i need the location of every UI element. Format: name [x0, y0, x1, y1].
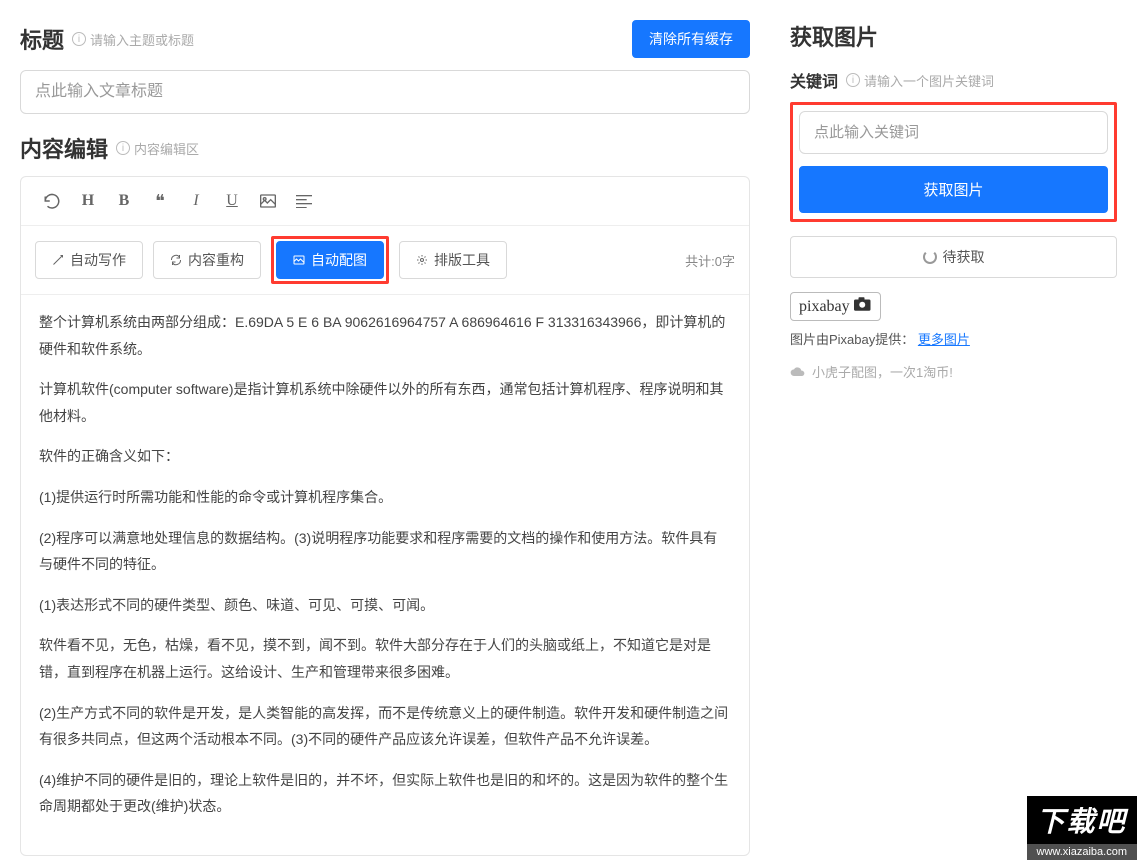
content-paragraph: 整个计算机系统由两部分组成：E.69DA 5 E 6 BA 9062616964… — [39, 309, 731, 362]
highlight-auto-image: 自动配图 — [271, 236, 389, 284]
keyword-hint: i 请输入一个图片关键词 — [846, 71, 994, 90]
auto-image-button[interactable]: 自动配图 — [276, 241, 384, 279]
article-title-input[interactable] — [20, 70, 750, 114]
restructure-button[interactable]: 内容重构 — [153, 241, 261, 279]
content-paragraph: 软件看不见，无色，枯燥，看不见，摸不到，闻不到。软件大部分存在于人们的头脑或纸上… — [39, 632, 731, 685]
underline-button[interactable]: U — [215, 187, 249, 215]
fetch-image-title: 获取图片 — [790, 20, 1117, 52]
layout-tool-button[interactable]: 排版工具 — [399, 241, 507, 279]
fetch-image-button[interactable]: 获取图片 — [799, 166, 1108, 213]
watermark-url: www.xiazaiba.com — [1027, 844, 1137, 860]
highlight-keyword-box: 获取图片 — [790, 102, 1117, 222]
content-paragraph: (2)程序可以满意地处理信息的数据结构。(3)说明程序功能要求和程序需要的文档的… — [39, 525, 731, 578]
content-section-header: 内容编辑 i 内容编辑区 — [20, 132, 750, 164]
sidebar: 获取图片 关键词 i 请输入一个图片关键词 获取图片 待获取 pixabay — [770, 0, 1137, 860]
pixabay-credit: 图片由Pixabay提供： 更多图片 — [790, 329, 1117, 348]
title-label: 标题 — [20, 23, 64, 55]
more-images-link[interactable]: 更多图片 — [918, 332, 970, 347]
cloud-icon — [790, 366, 806, 378]
info-icon: i — [116, 141, 130, 155]
content-label: 内容编辑 — [20, 132, 108, 164]
pixabay-badge: pixabay — [790, 292, 881, 321]
heading-button[interactable]: H — [71, 187, 105, 215]
title-hint: i 请输入主题或标题 — [72, 30, 194, 49]
pending-status: 待获取 — [790, 236, 1117, 278]
format-toolbar: H B ❝ I U — [21, 177, 749, 226]
action-toolbar: 自动写作 内容重构 自动配图 排版工具 共计:0字 — [21, 226, 749, 295]
align-left-button[interactable] — [287, 187, 321, 215]
clear-cache-button[interactable]: 清除所有缓存 — [632, 20, 750, 58]
italic-button[interactable]: I — [179, 187, 213, 215]
title-section-header: 标题 i 请输入主题或标题 清除所有缓存 — [20, 20, 750, 58]
content-paragraph: 软件的正确含义如下： — [39, 443, 731, 470]
content-paragraph: (1)表达形式不同的硬件类型、颜色、味道、可见、可摸、可闻。 — [39, 592, 731, 619]
content-paragraph: 计算机软件(computer software)是指计算机系统中除硬件以外的所有… — [39, 376, 731, 429]
keyword-label: 关键词 — [790, 68, 838, 92]
content-paragraph: (1)提供运行时所需功能和性能的命令或计算机程序集合。 — [39, 484, 731, 511]
watermark-text: 下载吧 — [1027, 796, 1137, 844]
main-column: 标题 i 请输入主题或标题 清除所有缓存 内容编辑 i 内容编辑区 — [0, 0, 770, 860]
info-icon: i — [72, 32, 86, 46]
undo-button[interactable] — [35, 187, 69, 215]
keyword-input[interactable] — [799, 111, 1108, 154]
quote-button[interactable]: ❝ — [143, 187, 177, 215]
image-button[interactable] — [251, 187, 285, 215]
content-hint: i 内容编辑区 — [116, 139, 199, 158]
editor-content[interactable]: 整个计算机系统由两部分组成：E.69DA 5 E 6 BA 9062616964… — [21, 295, 749, 855]
content-paragraph: (4)维护不同的硬件是旧的，理论上软件是旧的，并不坏，但实际上软件也是旧的和坏的… — [39, 767, 731, 820]
spinner-icon — [923, 250, 937, 264]
watermark: 下载吧 www.xiazaiba.com — [1027, 796, 1137, 860]
char-count: 共计:0字 — [685, 251, 735, 270]
info-icon: i — [846, 73, 860, 87]
content-paragraph: (2)生产方式不同的软件是开发，是人类智能的高发挥，而不是传统意义上的硬件制造。… — [39, 700, 731, 753]
camera-icon — [854, 297, 872, 316]
footer-note: 小虎子配图，一次1淘币! — [790, 362, 1117, 381]
editor-panel: H B ❝ I U 自动写作 — [20, 176, 750, 856]
auto-write-button[interactable]: 自动写作 — [35, 241, 143, 279]
bold-button[interactable]: B — [107, 187, 141, 215]
